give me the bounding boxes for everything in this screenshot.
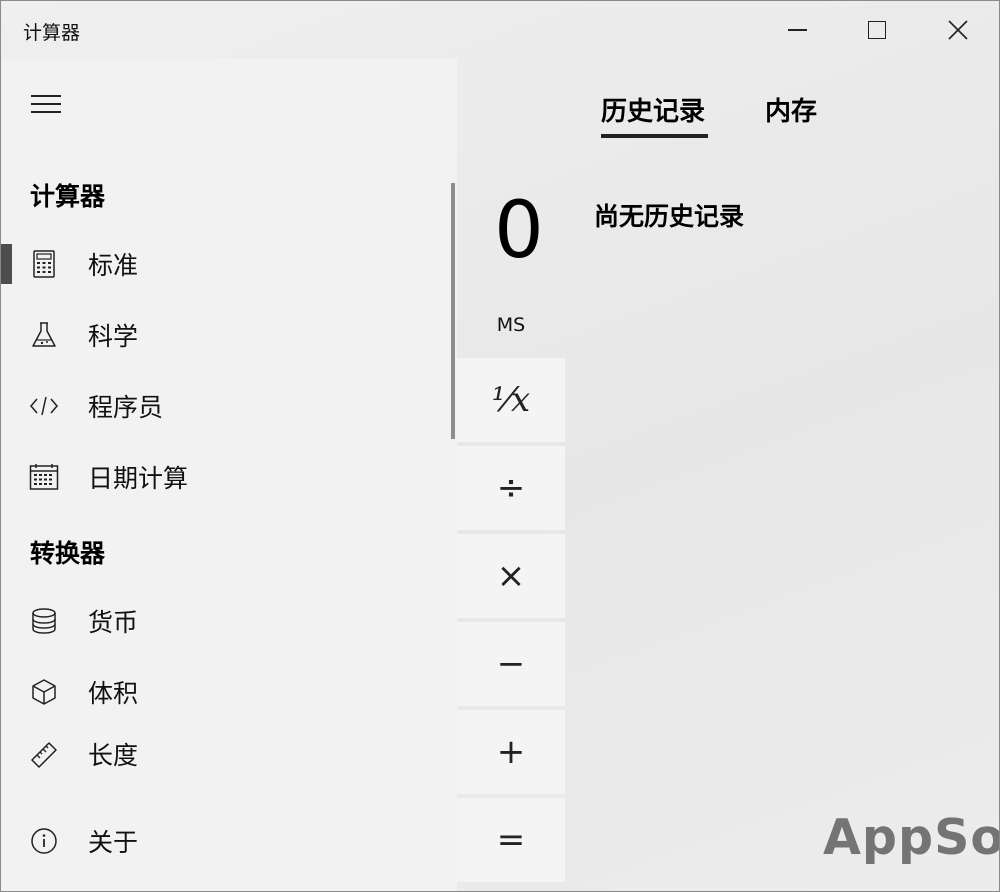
result-display: 0 <box>494 186 544 276</box>
reciprocal-button[interactable]: ⅟x <box>457 358 565 442</box>
section-header-calculator: 计算器 <box>30 182 106 211</box>
code-icon <box>29 391 59 421</box>
multiply-button[interactable]: × <box>457 534 565 618</box>
nav-item-label: 关于 <box>88 828 139 857</box>
calculator-icon <box>29 249 59 279</box>
nav-item-scientific[interactable]: 科学 <box>1 302 457 368</box>
selection-indicator <box>1 244 12 284</box>
nav-item-label: 货币 <box>88 608 139 637</box>
equals-button[interactable]: = <box>457 798 565 882</box>
hamburger-icon <box>31 95 61 97</box>
watermark-logo: AppSo <box>823 809 1000 866</box>
tab-history[interactable]: 历史记录 <box>601 91 705 128</box>
nav-item-programmer[interactable]: 程序员 <box>1 373 457 439</box>
nav-item-label: 程序员 <box>88 393 164 422</box>
calculator-window: 计算器 计算器 标准 科学 程序员 日期计算 转换器 货币 体积 长度 关于 0… <box>0 0 1000 892</box>
nav-pane-scrollbar[interactable] <box>451 183 455 439</box>
maximize-button[interactable] <box>837 1 917 59</box>
subtract-button[interactable]: − <box>457 622 565 706</box>
window-title: 计算器 <box>23 22 81 44</box>
title-bar[interactable]: 计算器 <box>1 1 999 59</box>
nav-item-label: 标准 <box>88 251 139 280</box>
nav-item-length[interactable]: 长度 <box>1 730 457 770</box>
maximize-icon <box>868 21 886 39</box>
calendar-icon <box>29 462 59 492</box>
cube-icon <box>29 677 59 707</box>
nav-item-standard[interactable]: 标准 <box>1 231 457 297</box>
nav-item-volume[interactable]: 体积 <box>1 659 457 725</box>
info-icon <box>29 826 59 856</box>
nav-item-label: 科学 <box>88 322 139 351</box>
nav-item-label: 体积 <box>88 679 139 708</box>
minimize-button[interactable] <box>757 1 837 59</box>
close-button[interactable] <box>918 1 998 59</box>
add-button[interactable]: + <box>457 710 565 794</box>
nav-item-date-calculation[interactable]: 日期计算 <box>1 444 457 510</box>
flask-icon <box>29 320 59 350</box>
minimize-icon <box>787 29 807 31</box>
hamburger-menu-button[interactable] <box>31 95 61 115</box>
navigation-pane: 计算器 标准 科学 程序员 日期计算 转换器 货币 体积 长度 关于 <box>1 59 457 891</box>
nav-item-label: 长度 <box>88 741 139 770</box>
ruler-icon <box>29 740 59 770</box>
coins-icon <box>29 606 59 636</box>
divide-button[interactable]: ÷ <box>457 446 565 530</box>
close-icon <box>948 20 968 40</box>
history-empty-message: 尚无历史记录 <box>594 202 745 231</box>
section-header-converter: 转换器 <box>30 539 106 568</box>
nav-item-currency[interactable]: 货币 <box>1 588 457 654</box>
memory-store-button[interactable]: MS <box>459 314 563 336</box>
active-tab-indicator <box>601 134 708 138</box>
nav-item-label: 日期计算 <box>88 464 189 493</box>
nav-item-about[interactable]: 关于 <box>1 808 457 874</box>
tab-memory[interactable]: 内存 <box>765 91 817 128</box>
